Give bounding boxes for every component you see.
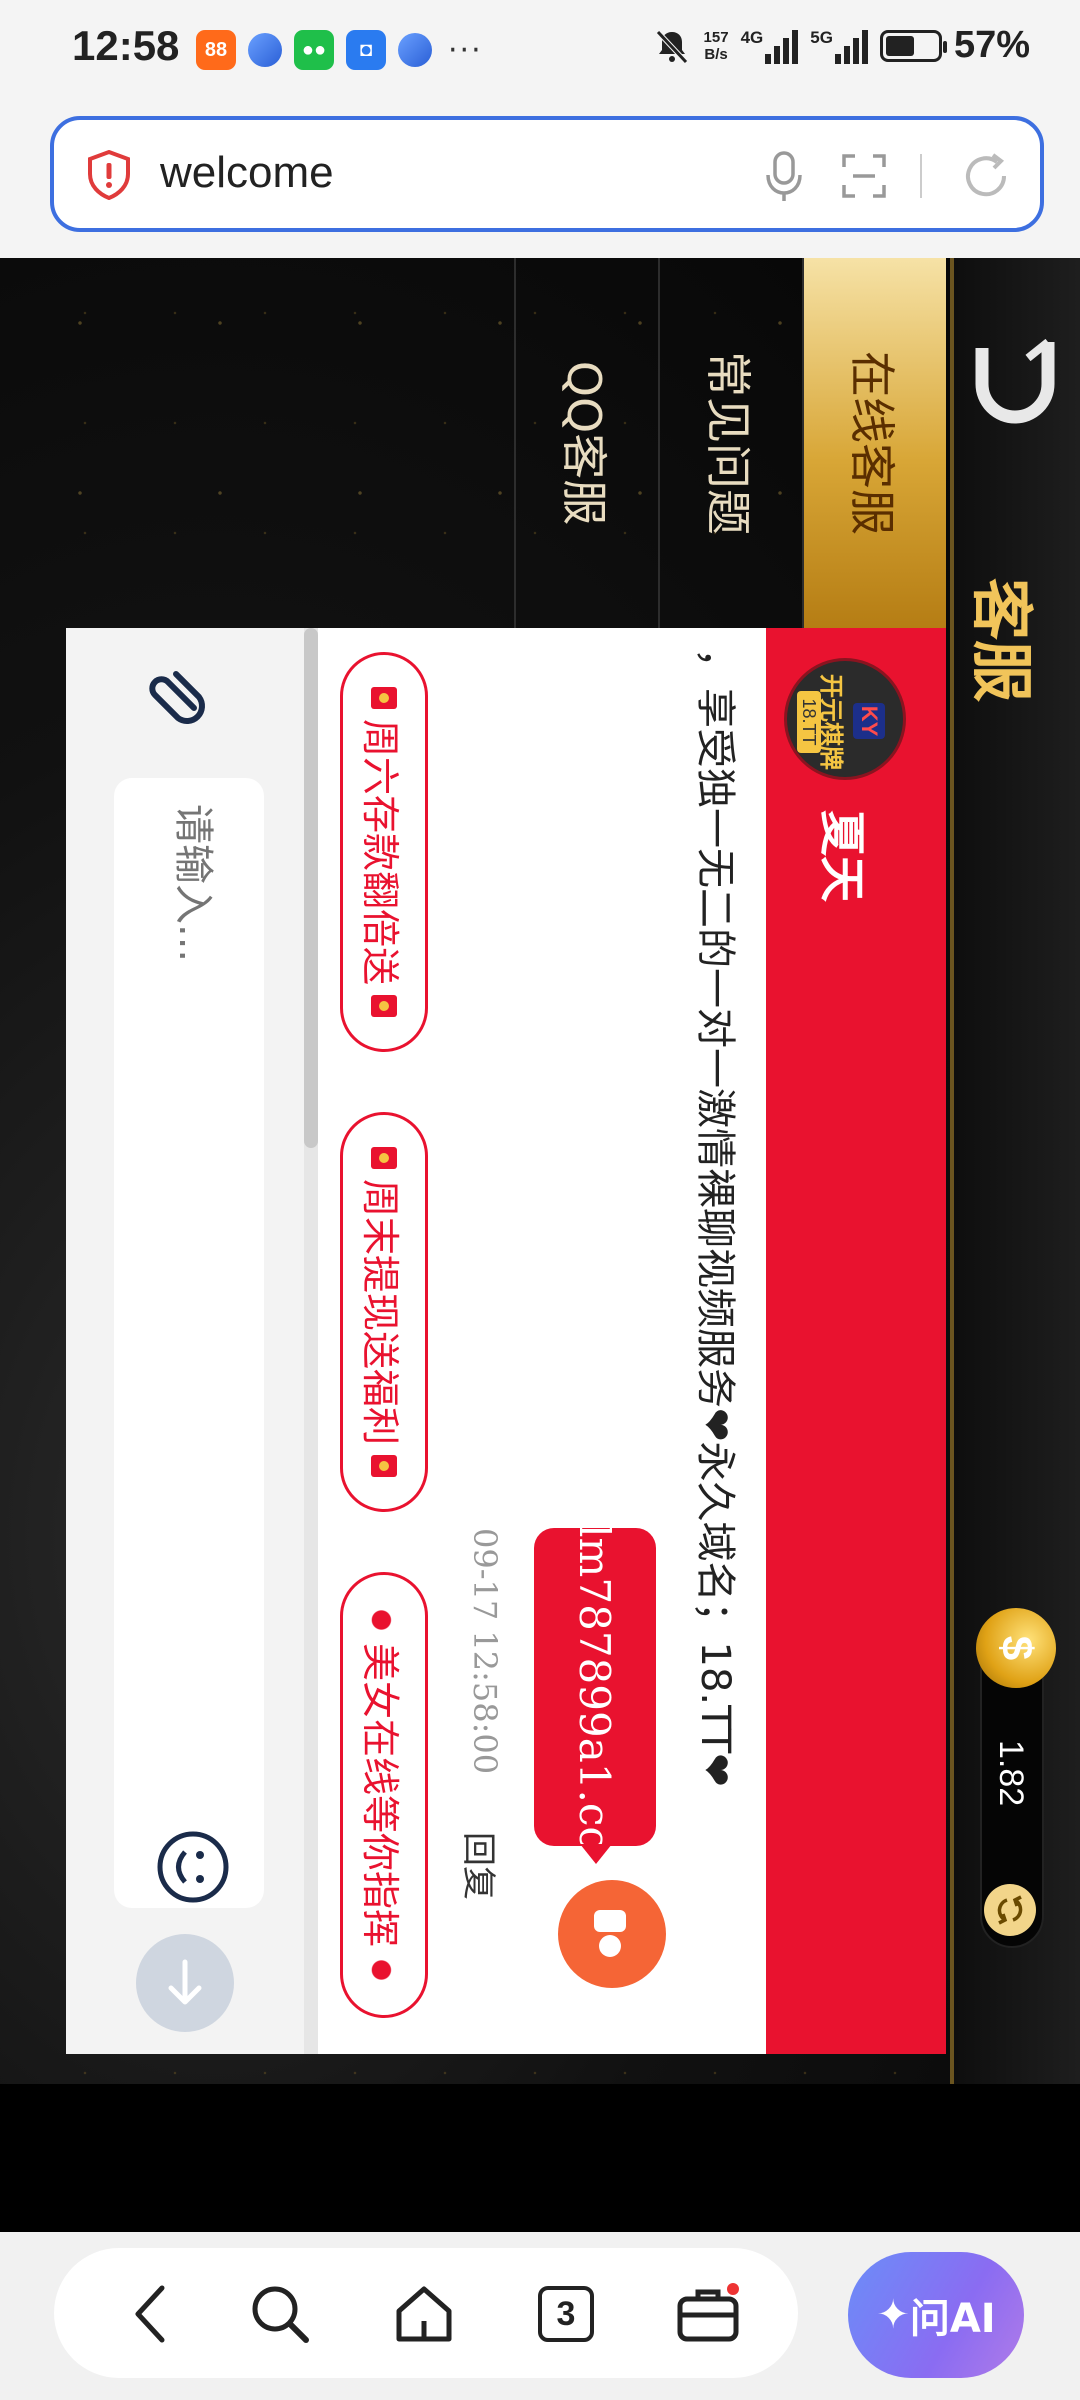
status-bar: 12:58 88 ●● ◘ ··· 157 B/s 4G 5G 57% — [0, 0, 1080, 100]
menu-faq[interactable]: 常见问题 — [658, 258, 802, 628]
quick-reply-withdraw[interactable]: 周末提现送福利 — [340, 1112, 428, 1513]
attachment-icon[interactable] — [134, 656, 214, 736]
taobao-icon: 88 — [196, 30, 236, 70]
message-meta: 09-17 12:58:00 回复 — [448, 628, 508, 2054]
browser-icon — [398, 33, 432, 67]
status-time: 12:58 — [72, 22, 180, 69]
page-title: 客服 — [965, 578, 1038, 703]
agent-avatar: KY 开元棋牌 18.TT — [784, 658, 906, 780]
landscape-page: 客服 $ 1.82 在线客服 常见问题 QQ客服 KY 开元棋牌 18.TT 夏… — [0, 258, 1080, 2084]
chat-input-row — [66, 628, 304, 2054]
system-status: 157 B/s 4G 5G 57% — [652, 24, 1030, 67]
home-icon — [396, 2286, 452, 2342]
red-packet-icon — [371, 687, 397, 709]
menu-qq-service[interactable]: QQ客服 — [514, 258, 658, 628]
back-logo-icon[interactable] — [968, 328, 1058, 428]
lips-icon — [371, 1607, 397, 1633]
menu-online-service[interactable]: 在线客服 — [802, 258, 946, 628]
refresh-balance-icon[interactable] — [984, 1884, 1036, 1936]
scrollbar[interactable] — [304, 628, 318, 1148]
message-list[interactable]: ，享受独一无二的一对一激情裸聊视频服务❤永久域名；18.TT❤ lm787899… — [508, 628, 766, 2054]
arrow-right-icon — [168, 1959, 202, 2005]
qq-icon: ◘ — [346, 30, 386, 70]
ask-ai-button[interactable]: ✦ 问AI — [848, 2252, 1024, 2378]
mute-bell-icon — [655, 29, 688, 64]
wechat-icon: ●● — [294, 30, 334, 70]
quick-replies: 周六存款翻倍送 周末提现送福利 美女在线等你指挥 — [318, 628, 448, 2054]
more-notifications-icon: ··· — [448, 32, 483, 68]
quick-reply-online[interactable]: 美女在线等你指挥 — [340, 1572, 428, 2019]
tab-count: 3 — [538, 2286, 594, 2342]
reply-link[interactable]: 回复 — [457, 1832, 506, 1900]
web-content: 客服 $ 1.82 在线客服 常见问题 QQ客服 KY 开元棋牌 18.TT 夏… — [0, 258, 1080, 2084]
user-avatar-icon — [558, 1880, 666, 1988]
tabs-button[interactable]: 3 — [530, 2278, 602, 2350]
signal-bars-icon — [765, 28, 799, 64]
security-warning-icon[interactable] — [86, 150, 132, 200]
sparkle-icon: ✦ — [876, 2292, 910, 2338]
balance-value: 1.82 — [992, 1740, 1030, 1807]
red-packet-icon — [371, 1455, 397, 1478]
browser-toolbar: welcome — [0, 100, 1080, 258]
coin-icon: $ — [976, 1608, 1056, 1688]
battery-percent: 57% — [953, 24, 1030, 66]
search-icon — [252, 2286, 309, 2343]
page-bottom-area — [0, 2084, 1080, 2232]
toolbox-button[interactable] — [672, 2278, 744, 2350]
message-input[interactable] — [170, 804, 216, 1704]
app-header: 客服 $ 1.82 — [950, 258, 1080, 2084]
service-menu: 在线客服 常见问题 QQ客服 — [0, 258, 946, 628]
system-notice: ，享受独一无二的一对一激情裸聊视频服务❤永久域名；18.TT❤ — [692, 648, 738, 1787]
battery-icon — [879, 29, 947, 62]
red-packet-icon — [371, 1147, 397, 1169]
chat-header: KY 开元棋牌 18.TT 夏天 — [766, 628, 946, 2054]
send-button[interactable] — [136, 1934, 234, 2032]
browser-nav-bar: 3 ✦ 问AI — [0, 2232, 1080, 2400]
quick-reply-deposit[interactable]: 周六存款翻倍送 — [340, 652, 428, 1053]
chat-panel: KY 开元棋牌 18.TT 夏天 ，享受独一无二的一对一激情裸聊视频服务❤永久域… — [66, 628, 946, 2054]
signal-4g: 4G — [741, 28, 799, 64]
scan-icon[interactable] — [834, 146, 894, 206]
reload-icon[interactable] — [956, 146, 1016, 206]
balance-pill: $ 1.82 — [976, 1608, 1056, 1948]
chevron-left-icon — [135, 2285, 165, 2343]
agent-name: 夏天 — [815, 810, 869, 902]
message-timestamp: 09-17 12:58:00 — [466, 1528, 504, 1775]
address-bar[interactable]: welcome — [50, 116, 1044, 232]
briefcase-icon — [677, 2283, 739, 2342]
emoji-icon[interactable] — [154, 1828, 232, 1906]
url-text[interactable]: welcome — [160, 148, 334, 198]
message-input-box[interactable] — [114, 778, 264, 1908]
back-button[interactable] — [114, 2278, 186, 2350]
toolbar-separator — [920, 154, 922, 198]
search-button[interactable] — [244, 2278, 316, 2350]
net-speed: 157 B/s — [703, 28, 729, 63]
voice-search-icon[interactable] — [754, 146, 814, 206]
home-button[interactable] — [388, 2278, 460, 2350]
signal-bars-icon — [834, 28, 868, 64]
notification-icons: 88 ●● ◘ ··· — [196, 30, 483, 70]
lips-icon — [371, 1957, 397, 1984]
nav-pill: 3 — [54, 2248, 798, 2378]
browser-icon — [248, 33, 282, 67]
message-bubble[interactable]: lm787899a1.cc — [534, 1524, 656, 1850]
signal-5g: 5G — [810, 28, 868, 64]
red-packet-icon — [371, 995, 397, 1018]
